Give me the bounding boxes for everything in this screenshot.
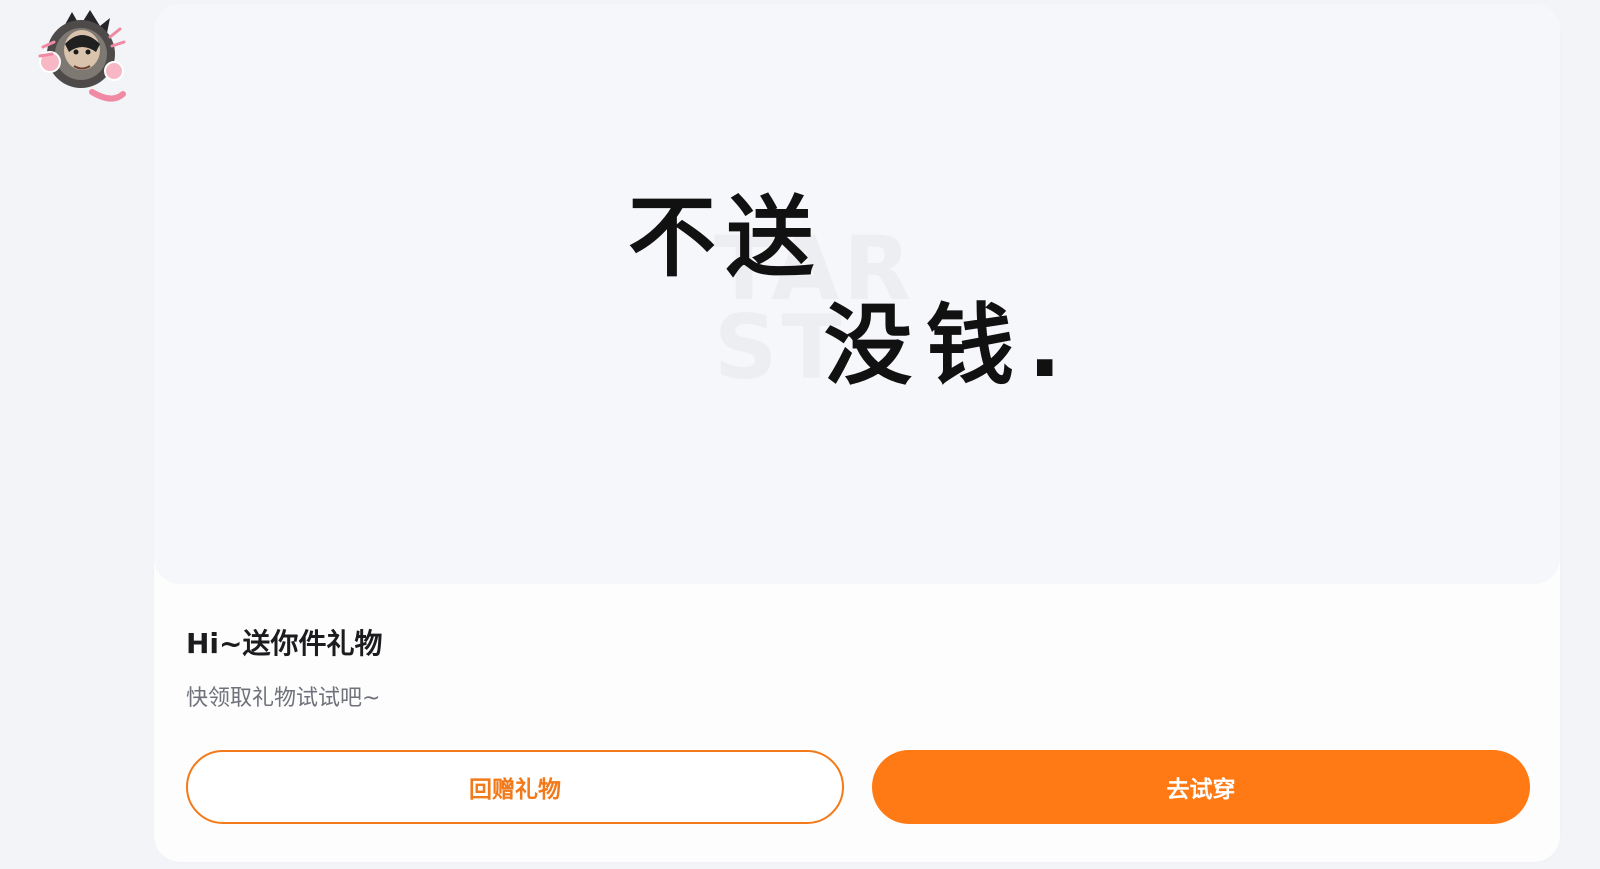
gift-card: TAR ST 不送 没钱. Hi~送你件礼物 快领取礼物试试吧~ 回赠礼物 去试… [154, 4, 1560, 862]
try-on-button[interactable]: 去试穿 [872, 750, 1530, 824]
gift-subtitle: 快领取礼物试试吧~ [186, 686, 381, 711]
return-gift-button[interactable]: 回赠礼物 [186, 750, 844, 824]
cat-avatar-icon [38, 10, 126, 102]
avatar[interactable] [30, 4, 130, 108]
sticker-line-1: 不送 [628, 186, 825, 289]
gift-title: Hi~送你件礼物 [186, 627, 383, 660]
sticker-line-2: 没钱. [824, 294, 1076, 397]
gift-sticker: TAR ST 不送 没钱. [154, 4, 1560, 584]
gift-preview: TAR ST 不送 没钱. [154, 4, 1560, 584]
